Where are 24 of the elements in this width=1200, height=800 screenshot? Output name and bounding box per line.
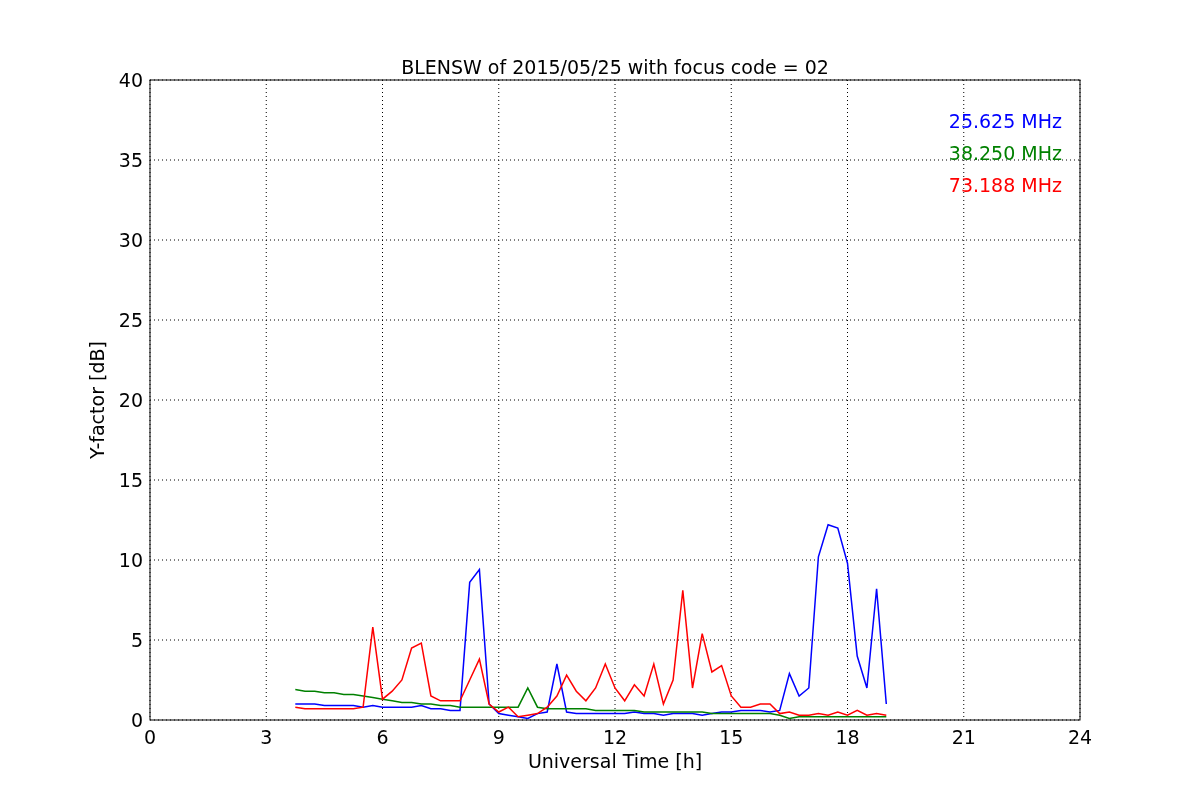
tick-label: 35 <box>118 149 143 171</box>
chart-title: BLENSW of 2015/05/25 with focus code = 02 <box>401 56 829 78</box>
tick-label: 15 <box>118 469 143 491</box>
tick-label: 12 <box>602 726 628 748</box>
tick-label: 21 <box>951 726 976 748</box>
tick-label: 18 <box>835 726 860 748</box>
tick-label: 10 <box>118 549 143 571</box>
tick-label: 0 <box>143 726 157 748</box>
tick-label: 9 <box>492 726 505 748</box>
tick-label: 3 <box>260 726 273 748</box>
tick-label: 25 <box>118 309 143 331</box>
y-axis-label: Y-factor [dB] <box>86 341 108 459</box>
legend-label: 38.250 MHz <box>948 142 1062 164</box>
tick-label: 20 <box>118 389 143 411</box>
tick-label: 6 <box>376 726 389 748</box>
tick-label: 5 <box>130 629 143 651</box>
legend-label: 73.188 MHz <box>948 174 1062 196</box>
tick-label: 24 <box>1067 726 1093 748</box>
tick-label: 40 <box>118 69 143 91</box>
x-axis-label: Universal Time [h] <box>527 750 703 772</box>
tick-label: 15 <box>719 726 744 748</box>
tick-label: 30 <box>118 229 143 251</box>
tick-label: 0 <box>130 709 143 731</box>
legend-label: 25.625 MHz <box>948 110 1062 132</box>
